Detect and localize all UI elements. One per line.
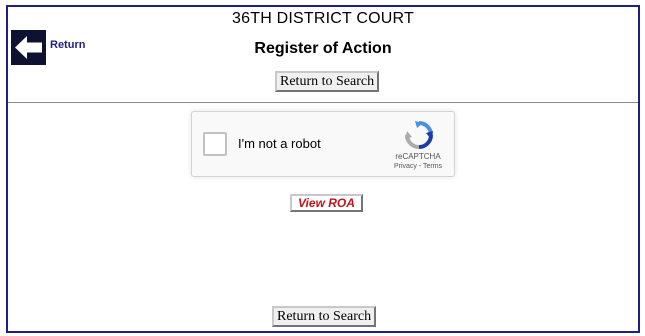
divider (8, 102, 638, 103)
court-name: 36TH DISTRICT COURT (232, 10, 414, 27)
view-roa-button[interactable]: View ROA (290, 194, 363, 212)
recaptcha-brand: reCAPTCHA (395, 152, 441, 161)
recaptcha-widget: I'm not a robot reCAPTCHA Privacy - Term… (191, 111, 455, 177)
return-to-search-button-bottom[interactable]: Return to Search (272, 306, 377, 327)
recaptcha-checkbox[interactable] (203, 132, 227, 156)
page-title: Register of Action (254, 40, 392, 57)
recaptcha-links: Privacy - Terms (388, 163, 448, 170)
recaptcha-terms-link[interactable]: Terms (423, 163, 442, 170)
recaptcha-privacy-link[interactable]: Privacy (394, 163, 417, 170)
return-to-search-button-top[interactable]: Return to Search (275, 71, 380, 92)
recaptcha-logo-icon (404, 120, 434, 150)
page-frame: 36TH DISTRICT COURT Return Register of A… (6, 5, 640, 333)
recaptcha-label: I'm not a robot (238, 136, 321, 151)
